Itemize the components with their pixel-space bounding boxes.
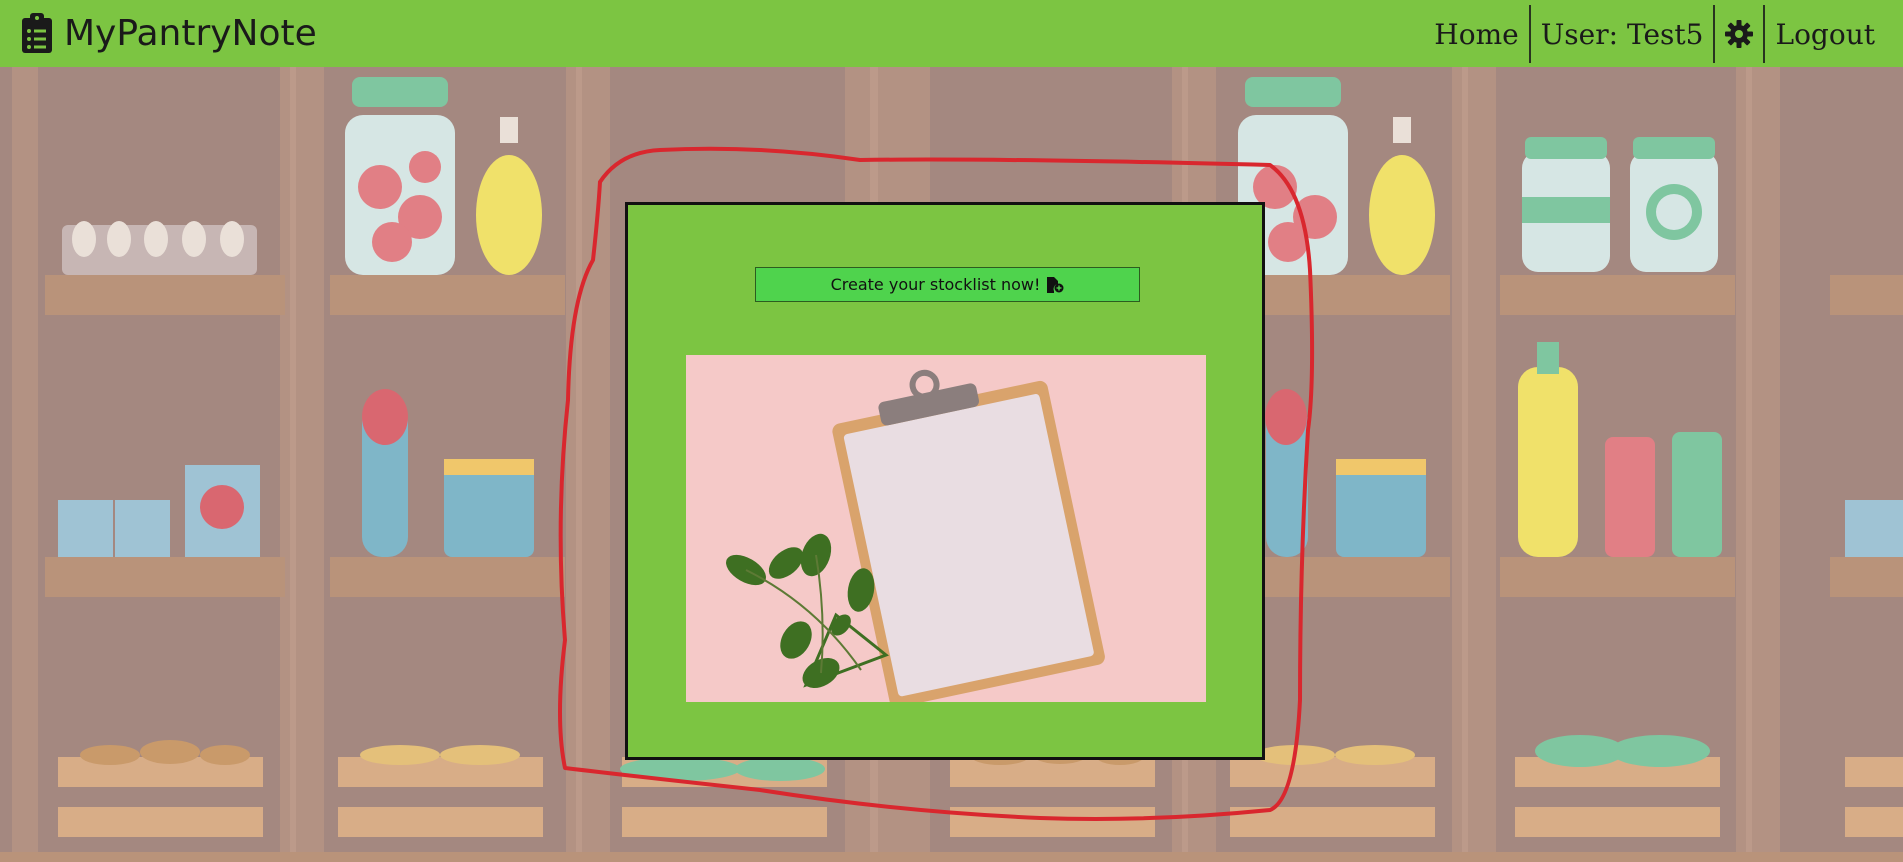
file-plus-icon bbox=[1047, 276, 1064, 293]
brand-name: MyPantryNote bbox=[64, 12, 317, 54]
nav-divider bbox=[1763, 5, 1766, 63]
brand-logo-link[interactable]: MyPantryNote bbox=[22, 8, 317, 58]
create-stocklist-button-label: Create your stocklist now! bbox=[830, 275, 1041, 294]
logout-link[interactable]: Logout bbox=[1765, 6, 1885, 62]
settings-button[interactable] bbox=[1715, 6, 1763, 62]
nav-divider bbox=[1528, 5, 1531, 63]
create-stocklist-button[interactable]: Create your stocklist now! bbox=[755, 267, 1140, 302]
stocklist-modal-card: Create your stocklist now! bbox=[625, 202, 1265, 760]
gear-icon bbox=[1725, 20, 1754, 48]
top-navbar: MyPantryNote Home User: Test5 Logout bbox=[0, 0, 1903, 67]
nav-home-link[interactable]: Home bbox=[1424, 6, 1528, 62]
nav-links: Home User: Test5 Logout bbox=[1424, 5, 1885, 63]
clipboard-photo bbox=[686, 355, 1206, 702]
clipboard-list-icon bbox=[22, 13, 52, 53]
nav-divider bbox=[1713, 5, 1716, 63]
nav-user-label: User: Test5 bbox=[1540, 17, 1704, 51]
